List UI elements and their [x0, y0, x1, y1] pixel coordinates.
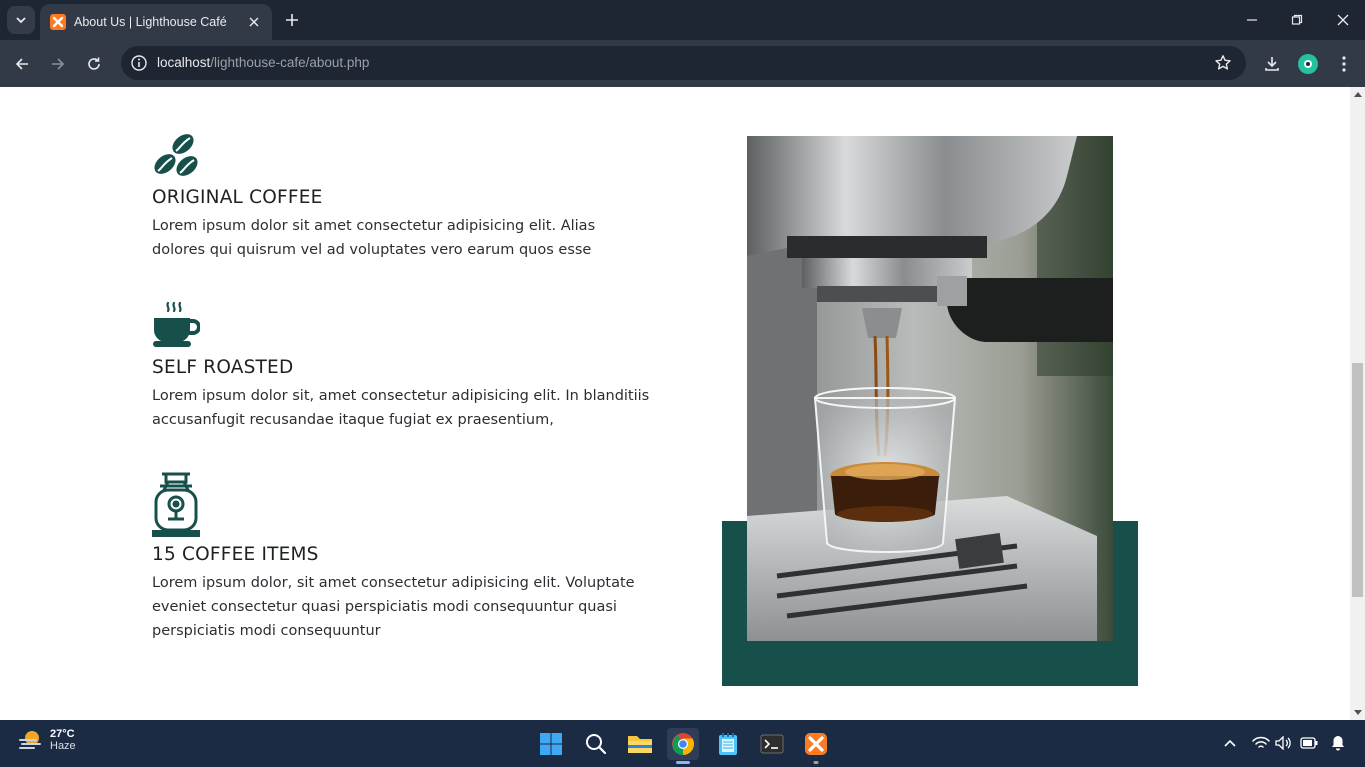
- notification-bell-icon[interactable]: [1329, 734, 1347, 752]
- espresso-machine-image: [747, 136, 1113, 641]
- page-scrollbar[interactable]: [1350, 87, 1365, 720]
- scroll-down-arrow-icon[interactable]: [1354, 710, 1362, 715]
- chevron-down-icon: [16, 17, 26, 24]
- bookmark-star-icon[interactable]: [1214, 54, 1232, 72]
- chrome-taskbar-icon[interactable]: [667, 728, 699, 764]
- terminal-icon[interactable]: [756, 728, 788, 760]
- more-menu-icon[interactable]: [1332, 52, 1356, 76]
- feature-title: SELF ROASTED: [152, 357, 294, 378]
- profile-avatar[interactable]: [1296, 52, 1320, 76]
- site-info-icon[interactable]: [130, 54, 148, 72]
- haze-weather-icon: [19, 731, 41, 749]
- active-app-indicator: [676, 761, 690, 764]
- forward-arrow-icon[interactable]: [46, 52, 70, 76]
- browser-toolbar: localhost/lighthouse-cafe/about.php: [0, 40, 1365, 87]
- minimize-icon[interactable]: [1242, 10, 1262, 30]
- feature-text: Lorem ipsum dolor sit amet consectetur a…: [152, 218, 596, 258]
- notepad-icon[interactable]: [712, 728, 744, 760]
- browser-tab-bar: About Us | Lighthouse Café: [0, 0, 1365, 40]
- weather-temperature: 27°C: [50, 728, 75, 740]
- windows-taskbar: 27°C Haze: [0, 720, 1365, 767]
- coffee-beans-icon: [154, 134, 198, 176]
- feature-coffee-items: 15 COFFEE ITEMS Lorem ipsum dolor, sit a…: [152, 472, 652, 643]
- feature-text: Lorem ipsum dolor sit, amet consectetur …: [152, 388, 650, 428]
- back-arrow-icon[interactable]: [10, 52, 34, 76]
- tab-close-icon[interactable]: [246, 14, 262, 30]
- search-icon[interactable]: [580, 728, 612, 760]
- espresso-photo: [747, 136, 1113, 641]
- running-app-indicator: [813, 761, 819, 764]
- restore-icon[interactable]: [1287, 10, 1307, 30]
- new-tab-icon[interactable]: [282, 10, 302, 30]
- coffee-cup-icon: [153, 301, 200, 347]
- address-bar[interactable]: localhost/lighthouse-cafe/about.php: [121, 46, 1246, 80]
- download-icon[interactable]: [1260, 52, 1284, 76]
- feature-title: ORIGINAL COFFEE: [152, 187, 323, 208]
- file-explorer-icon[interactable]: [624, 728, 656, 760]
- chevron-up-icon[interactable]: [1221, 734, 1239, 752]
- xampp-icon[interactable]: [800, 728, 832, 764]
- xampp-favicon-icon: [50, 14, 66, 30]
- reload-icon[interactable]: [82, 52, 106, 76]
- url-text[interactable]: localhost/lighthouse-cafe/about.php: [157, 55, 369, 70]
- scroll-up-arrow-icon[interactable]: [1354, 92, 1362, 97]
- wifi-icon[interactable]: [1252, 734, 1270, 752]
- scrollbar-thumb[interactable]: [1352, 363, 1363, 597]
- tab-title: About Us | Lighthouse Café: [74, 15, 227, 29]
- feature-text: Lorem ipsum dolor, sit amet consectetur …: [152, 575, 635, 639]
- feature-title: 15 COFFEE ITEMS: [152, 544, 319, 565]
- page-viewport: ORIGINAL COFFEE Lorem ipsum dolor sit am…: [0, 87, 1365, 720]
- weather-widget[interactable]: 27°C Haze: [18, 728, 76, 752]
- battery-icon[interactable]: [1300, 734, 1318, 752]
- profile-icon: [1298, 54, 1318, 74]
- feature-original-coffee: ORIGINAL COFFEE Lorem ipsum dolor sit am…: [152, 133, 652, 262]
- browser-tab[interactable]: About Us | Lighthouse Café: [40, 4, 272, 40]
- coffee-grinder-icon: [152, 472, 200, 537]
- close-window-icon[interactable]: [1333, 10, 1353, 30]
- tab-search-button[interactable]: [7, 6, 35, 34]
- start-windows-icon[interactable]: [535, 728, 567, 760]
- feature-self-roasted: SELF ROASTED Lorem ipsum dolor sit, amet…: [152, 301, 652, 432]
- weather-condition: Haze: [50, 740, 76, 752]
- volume-icon[interactable]: [1275, 734, 1293, 752]
